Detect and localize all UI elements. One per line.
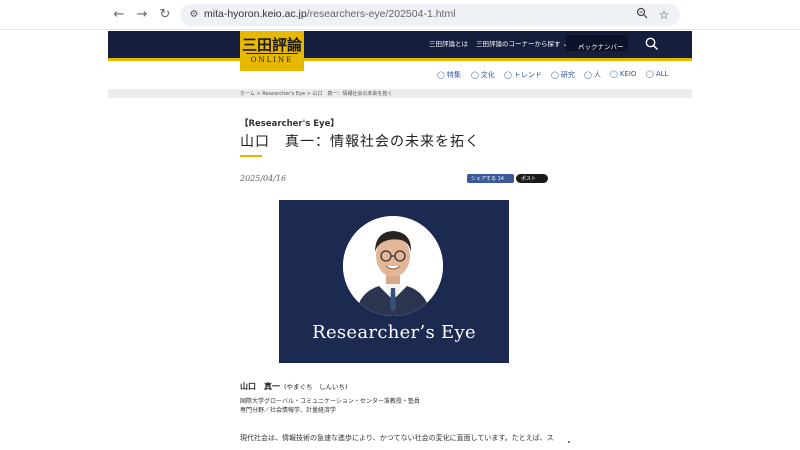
category-label: トレンド xyxy=(513,71,542,79)
category-hito[interactable]: ◯ 人 xyxy=(584,70,601,80)
breadcrumb: ホーム > Researcher's Eye > 山口 真一：情報社会の未来を拓… xyxy=(108,89,692,98)
category-label: ALL xyxy=(655,70,669,78)
facebook-share-button[interactable]: シェアする 14 xyxy=(467,174,514,183)
nav-about[interactable]: 三田評論とは xyxy=(429,38,468,48)
nav-backnumber-label: バックナンバー xyxy=(578,43,624,51)
category-bunka[interactable]: ◯ 文化 xyxy=(471,70,495,80)
url-text[interactable]: mita-hyoron.keio.ac.jp/researchers-eye/2… xyxy=(204,8,456,20)
header-gold-bar xyxy=(108,58,692,61)
logo-jp: 三田評論 xyxy=(241,36,302,54)
browser-toolbar: ← → ↻ ⚙ mita-hyoron.keio.ac.jp/researche… xyxy=(0,0,800,30)
tag-icon: ◯ xyxy=(504,71,512,79)
tag-icon: ◯ xyxy=(471,71,479,79)
site-settings-icon[interactable]: ⚙ xyxy=(186,7,202,23)
category-label: 研究 xyxy=(560,71,575,79)
zoom-icon[interactable] xyxy=(634,7,650,23)
logo-divider xyxy=(246,53,298,54)
article-kicker: 【Researcher's Eye】 xyxy=(240,119,339,129)
author-reading: (やまぐち しんいち) xyxy=(284,383,348,391)
category-label: 人 xyxy=(593,71,601,79)
x-post-button[interactable]: ポスト xyxy=(516,174,548,183)
breadcrumb-text[interactable]: ホーム > Researcher's Eye > 山口 真一：情報社会の未来を拓… xyxy=(240,90,392,97)
category-keio[interactable]: ◯ KEIO xyxy=(610,70,636,78)
category-label: KEIO xyxy=(619,70,637,78)
nav-corners-label: 三田評論のコーナーから探す xyxy=(476,40,561,48)
chevron-down-icon: ⌄ xyxy=(578,41,584,49)
hero-image: Researcher’s Eye xyxy=(279,200,509,363)
url-host: mita-hyoron.keio.ac.jp xyxy=(204,8,307,20)
author-name: 山口 真一 (やまぐち しんいち) xyxy=(240,381,348,392)
forward-arrow-icon[interactable]: → xyxy=(133,6,151,24)
search-icon[interactable] xyxy=(644,36,660,52)
tag-icon: ◯ xyxy=(610,70,618,78)
hero-caption: Researcher’s Eye xyxy=(312,322,476,343)
author-name-text: 山口 真一 xyxy=(240,382,280,391)
page-title: 山口 真一：情報社会の未来を拓く xyxy=(240,134,480,150)
category-trend[interactable]: ◯ トレンド xyxy=(504,70,542,80)
url-path: /researchers-eye/202504-1.html xyxy=(306,8,456,20)
category-kenkyu[interactable]: ◯ 研究 xyxy=(551,70,575,80)
author-affiliation: 国際大学グローバル・コミュニケーション・センター准教授・塾員 xyxy=(240,398,420,405)
nav-backnumber-dropdown[interactable]: バックナンバー ⌄ xyxy=(566,35,628,51)
category-label: 特集 xyxy=(446,71,461,79)
author-field: 専門分野／社会情報学、計量経済学 xyxy=(240,407,337,414)
tag-icon: ◯ xyxy=(646,70,654,78)
publish-date: 2025/04/16 xyxy=(240,174,287,183)
author-portrait xyxy=(343,216,443,316)
site-logo[interactable]: 三田評論 ONLINE xyxy=(240,31,304,71)
address-bar[interactable]: ⚙ mita-hyoron.keio.ac.jp/researchers-eye… xyxy=(180,4,680,26)
article-body: 現代社会は、情報技術の急速な進歩により、かつてない社会の変化に直面しています。た… xyxy=(240,434,554,442)
text-marker xyxy=(568,441,570,443)
title-underline xyxy=(240,155,262,157)
category-tokushu[interactable]: ◯ 特集 xyxy=(437,70,461,80)
back-arrow-icon[interactable]: ← xyxy=(110,6,128,24)
category-label: 文化 xyxy=(480,71,495,79)
tag-icon: ◯ xyxy=(437,71,445,79)
tag-icon: ◯ xyxy=(551,71,559,79)
logo-en: ONLINE xyxy=(250,56,294,64)
facebook-share-label: シェアする 14 xyxy=(471,176,504,182)
tag-icon: ◯ xyxy=(584,71,592,79)
reload-icon[interactable]: ↻ xyxy=(156,6,174,24)
category-all[interactable]: ◯ ALL xyxy=(646,70,668,78)
bookmark-star-icon[interactable]: ☆ xyxy=(656,7,672,23)
x-post-label: ポスト xyxy=(521,176,537,182)
nav-corners[interactable]: 三田評論のコーナーから探す ⌄ xyxy=(476,38,568,48)
